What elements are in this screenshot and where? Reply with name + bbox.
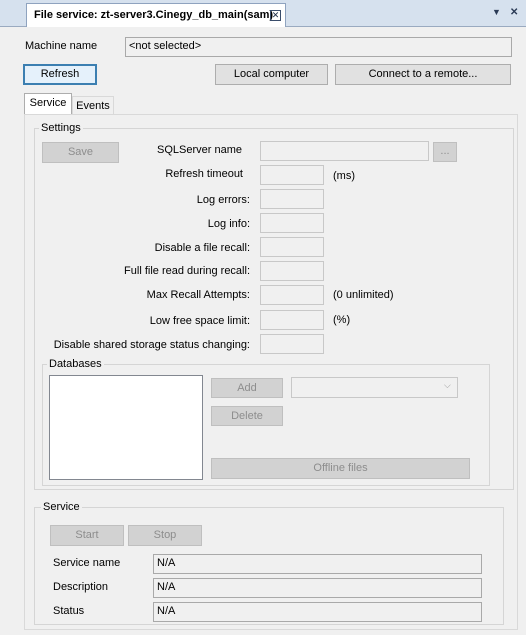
tab-service[interactable]: Service: [24, 93, 72, 115]
low-free-space-label: Low free space limit:: [149, 315, 250, 327]
description-field: N/A: [153, 578, 482, 598]
tab-events[interactable]: Events: [72, 96, 114, 115]
status-label: Status: [53, 605, 85, 617]
full-file-read-field[interactable]: [260, 261, 324, 281]
document-tab-bar: File service: zt-server3.Cinegy_db_main(…: [0, 0, 526, 27]
settings-group-title: Settings: [39, 122, 83, 134]
max-recall-attempts-label: Max Recall Attempts:: [146, 289, 250, 301]
service-name-field: N/A: [153, 554, 482, 574]
disable-file-recall-field[interactable]: [260, 237, 324, 257]
service-group-title: Service: [41, 501, 82, 513]
status-field: N/A: [153, 602, 482, 622]
low-free-space-field[interactable]: [260, 310, 324, 330]
add-database-button[interactable]: Add: [211, 378, 283, 398]
delete-database-button[interactable]: Delete: [211, 406, 283, 426]
save-button[interactable]: Save: [42, 142, 119, 163]
log-info-label: Log info:: [207, 218, 250, 230]
sqlserver-name-label: SQLServer name: [157, 144, 242, 156]
sqlserver-browse-button[interactable]: ...: [433, 142, 457, 162]
refresh-timeout-label: Refresh timeout: [165, 168, 243, 180]
sqlserver-name-field[interactable]: [260, 141, 429, 161]
service-name-value: N/A: [157, 557, 176, 569]
disable-shared-storage-field[interactable]: [260, 334, 324, 354]
machine-name-field: <not selected>: [125, 37, 512, 57]
status-value: N/A: [157, 605, 176, 617]
document-tab-title: File service: zt-server3.Cinegy_db_main(…: [34, 9, 274, 21]
start-button[interactable]: Start: [50, 525, 124, 546]
log-errors-label: Log errors:: [196, 194, 250, 206]
machine-name-value: <not selected>: [129, 40, 202, 52]
window-close-icon[interactable]: ✕: [510, 7, 518, 18]
databases-list[interactable]: [49, 375, 203, 480]
local-computer-button[interactable]: Local computer: [215, 64, 328, 85]
connect-remote-button[interactable]: Connect to a remote...: [335, 64, 511, 85]
refresh-button[interactable]: Refresh: [23, 64, 97, 85]
description-label: Description: [53, 581, 109, 593]
low-free-space-unit: (%): [333, 314, 351, 326]
log-errors-field[interactable]: [260, 189, 324, 209]
service-name-label: Service name: [53, 557, 121, 569]
window-dropdown-icon[interactable]: ▼: [492, 7, 501, 17]
refresh-timeout-field[interactable]: [260, 165, 324, 185]
log-info-field[interactable]: [260, 213, 324, 233]
refresh-timeout-unit: (ms): [333, 170, 355, 182]
max-recall-attempts-field[interactable]: [260, 285, 324, 305]
full-file-read-label: Full file read during recall:: [124, 265, 250, 277]
chevron-down-icon: ⌵: [444, 380, 451, 390]
stop-button[interactable]: Stop: [128, 525, 202, 546]
description-value: N/A: [157, 581, 176, 593]
machine-name-label: Machine name: [25, 40, 98, 52]
database-combo[interactable]: ⌵: [291, 377, 458, 398]
tab-close-icon[interactable]: ✕: [270, 10, 281, 21]
offline-files-button[interactable]: Offline files: [211, 458, 470, 479]
disable-file-recall-label: Disable a file recall:: [154, 242, 250, 254]
document-tab[interactable]: File service: zt-server3.Cinegy_db_main(…: [26, 3, 286, 27]
disable-shared-storage-label: Disable shared storage status changing:: [53, 339, 250, 351]
max-recall-attempts-unit: (0 unlimited): [333, 289, 394, 301]
databases-group-title: Databases: [47, 358, 104, 370]
